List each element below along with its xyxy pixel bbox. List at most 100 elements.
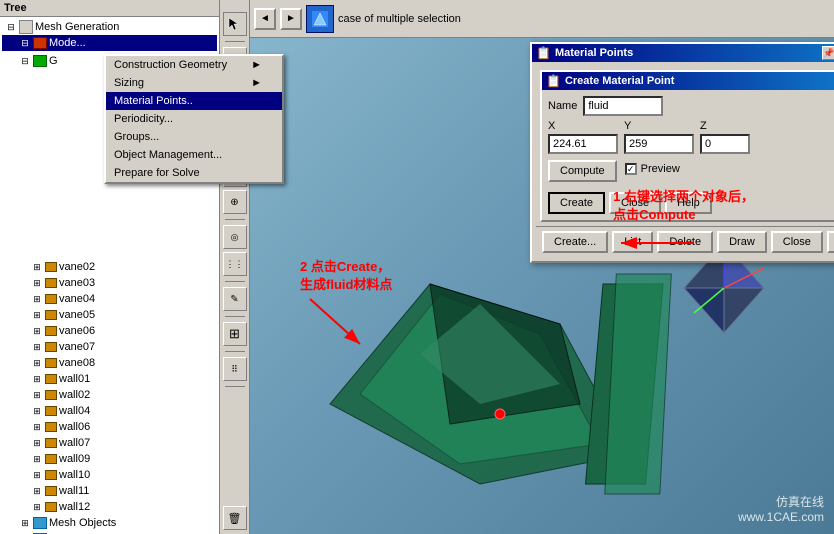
- tree-item-wall06[interactable]: ⊞ wall06: [2, 419, 217, 435]
- menu-item-periodicity[interactable]: Periodicity...: [106, 110, 220, 128]
- title-bar-buttons: 📌 📌 ● ✕: [822, 46, 834, 60]
- sub-dialog-content: Name X Y Z: [542, 90, 834, 220]
- toolbar-sep-3: [225, 219, 245, 220]
- expand-icon-w06: ⊞: [30, 420, 44, 434]
- tree-item-model[interactable]: ⊟ Mode...: [2, 35, 217, 51]
- tree-label-mesh-objects: Mesh Objects: [49, 517, 116, 529]
- tree-item-wall04[interactable]: ⊞ wall04: [2, 403, 217, 419]
- tree-label-vane04: vane04: [59, 293, 95, 305]
- tree-label-vane05: vane05: [59, 309, 95, 321]
- tree-label-wall10: wall10: [59, 469, 90, 481]
- tree-item-wall10[interactable]: ⊞ wall10: [2, 467, 217, 483]
- z-input[interactable]: [700, 134, 750, 154]
- vane02-icon: [45, 262, 57, 272]
- watermark: 仿真在线 www.1CAE.com: [738, 493, 824, 524]
- nav-btn-2[interactable]: ►: [280, 8, 302, 30]
- expand-icon-w07: ⊞: [30, 436, 44, 450]
- tree-header: Tree: [0, 0, 219, 17]
- cad-icon: [310, 9, 330, 29]
- compute-button[interactable]: Compute: [548, 160, 617, 182]
- tree-label-vane07: vane07: [59, 341, 95, 353]
- create-button[interactable]: Create: [548, 192, 605, 214]
- title-bar-left: 📋 Material Points: [536, 46, 633, 60]
- preview-checkbox[interactable]: ✓: [625, 163, 637, 175]
- mp-list-btn[interactable]: List: [612, 231, 653, 253]
- dialog-icon-mp: 📋: [536, 46, 551, 60]
- mp-create-btn[interactable]: Create...: [542, 231, 608, 253]
- tree-vane-wall-section: ⊞ vane02 ⊞ vane03 ⊞ vane04: [2, 259, 217, 371]
- wall06-icon: [45, 422, 57, 432]
- tree-item-wall07[interactable]: ⊞ wall07: [2, 435, 217, 451]
- x-input[interactable]: [548, 134, 618, 154]
- toolbar-btn-dots[interactable]: ⋮⋮: [223, 252, 247, 276]
- material-points-title-bar: 📋 Material Points 📌 📌 ● ✕: [532, 44, 834, 62]
- mp-help-btn[interactable]: Help: [827, 231, 834, 253]
- expand-icon-model: ⊟: [18, 36, 32, 50]
- tree-item-wall01[interactable]: ⊞ wall01: [2, 371, 217, 387]
- menu-item-prepare-for-solve[interactable]: Prepare for Solve: [106, 164, 220, 182]
- tree-item-vane05[interactable]: ⊞ vane05: [2, 307, 217, 323]
- y-input[interactable]: [624, 134, 694, 154]
- mp-delete-btn[interactable]: Delete: [657, 231, 713, 253]
- expand-icon-v04: ⊞: [30, 292, 44, 306]
- tree-label-wall02: wall02: [59, 389, 90, 401]
- close-button-inner[interactable]: Close: [609, 192, 661, 214]
- menu-item-groups[interactable]: Groups...: [106, 128, 220, 146]
- toolbar-btn-pencil[interactable]: ✎: [223, 287, 247, 311]
- dropdown-menu: Construction Geometry ► Sizing ► Materia…: [104, 54, 220, 184]
- tree-item-vane06[interactable]: ⊞ vane06: [2, 323, 217, 339]
- wall12-icon: [45, 502, 57, 512]
- expand-icon-v06: ⊞: [30, 324, 44, 338]
- wall07-icon: [45, 438, 57, 448]
- expand-icon-w02: ⊞: [30, 388, 44, 402]
- menu-item-material-points[interactable]: Material Points..: [106, 92, 220, 110]
- btn-pin[interactable]: 📌: [822, 46, 834, 60]
- tree-label-g: G: [49, 55, 58, 67]
- tree-item-vane04[interactable]: ⊞ vane04: [2, 291, 217, 307]
- toolbar-btn-plus[interactable]: ⊞: [223, 322, 247, 346]
- tree-item-wall12[interactable]: ⊞ wall12: [2, 499, 217, 515]
- tree-item-mesh-generation[interactable]: ⊟ Mesh Generation: [2, 19, 217, 35]
- tree-label-wall07: wall07: [59, 437, 90, 449]
- menu-item-object-management[interactable]: Object Management...: [106, 146, 220, 164]
- nav-btn-1[interactable]: ◄: [254, 8, 276, 30]
- tree-item-mesh-objects[interactable]: ⊞ Mesh Objects: [2, 515, 217, 531]
- expand-icon-w10: ⊞: [30, 468, 44, 482]
- mesh-objects-icon: [33, 517, 47, 529]
- tree-panel: Tree ⊟ Mesh Generation ⊟ Mode... Constru…: [0, 0, 220, 534]
- toolbar-btn-select[interactable]: [223, 12, 247, 36]
- toolbar-btn-trash[interactable]: 🗑: [223, 506, 247, 530]
- wall09-icon: [45, 454, 57, 464]
- help-button-inner[interactable]: Help: [665, 192, 712, 214]
- tree-label-wall06: wall06: [59, 421, 90, 433]
- tree-item-vane08[interactable]: ⊞ vane08: [2, 355, 217, 371]
- tree-item-wall09[interactable]: ⊞ wall09: [2, 451, 217, 467]
- coord-labels-row: X Y Z: [548, 120, 834, 132]
- menu-item-construction-geometry[interactable]: Construction Geometry ►: [106, 56, 220, 74]
- expand-icon: ⊟: [4, 20, 18, 34]
- tree-item-wall11[interactable]: ⊞ wall11: [2, 483, 217, 499]
- viewport: ⊙ 👁 ◉ ↺ ✥ ⊕ ◎ ⋮⋮ ✎ ⊞ ⠿ 🗑 ◄ ►: [220, 0, 834, 534]
- expand-icon-v08: ⊞: [30, 356, 44, 370]
- viewport-top-bar: ◄ ► case of multiple selection: [250, 0, 834, 38]
- vane07-icon: [45, 342, 57, 352]
- vane08-icon: [45, 358, 57, 368]
- toolbar-btn-zoom[interactable]: ⊕: [223, 190, 247, 214]
- mp-close-btn[interactable]: Close: [771, 231, 823, 253]
- menu-item-sizing[interactable]: Sizing ►: [106, 74, 220, 92]
- tree-item-wall02[interactable]: ⊞ wall02: [2, 387, 217, 403]
- coord-inputs-row: [548, 134, 834, 154]
- wall01-icon: [45, 374, 57, 384]
- vane06-icon: [45, 326, 57, 336]
- tree-item-vane02[interactable]: ⊞ vane02: [2, 259, 217, 275]
- toolbar-btn-grid[interactable]: ⠿: [223, 357, 247, 381]
- toolbar-btn-eye[interactable]: ◎: [223, 225, 247, 249]
- expand-icon-mesh-obj: ⊞: [18, 516, 32, 530]
- tree-label-wall12: wall12: [59, 501, 90, 513]
- cursor-icon: [227, 16, 243, 32]
- tree-item-vane03[interactable]: ⊞ vane03: [2, 275, 217, 291]
- name-input[interactable]: [583, 96, 663, 116]
- tree-item-vane07[interactable]: ⊞ vane07: [2, 339, 217, 355]
- tree-label-wall04: wall04: [59, 405, 90, 417]
- mp-draw-btn[interactable]: Draw: [717, 231, 767, 253]
